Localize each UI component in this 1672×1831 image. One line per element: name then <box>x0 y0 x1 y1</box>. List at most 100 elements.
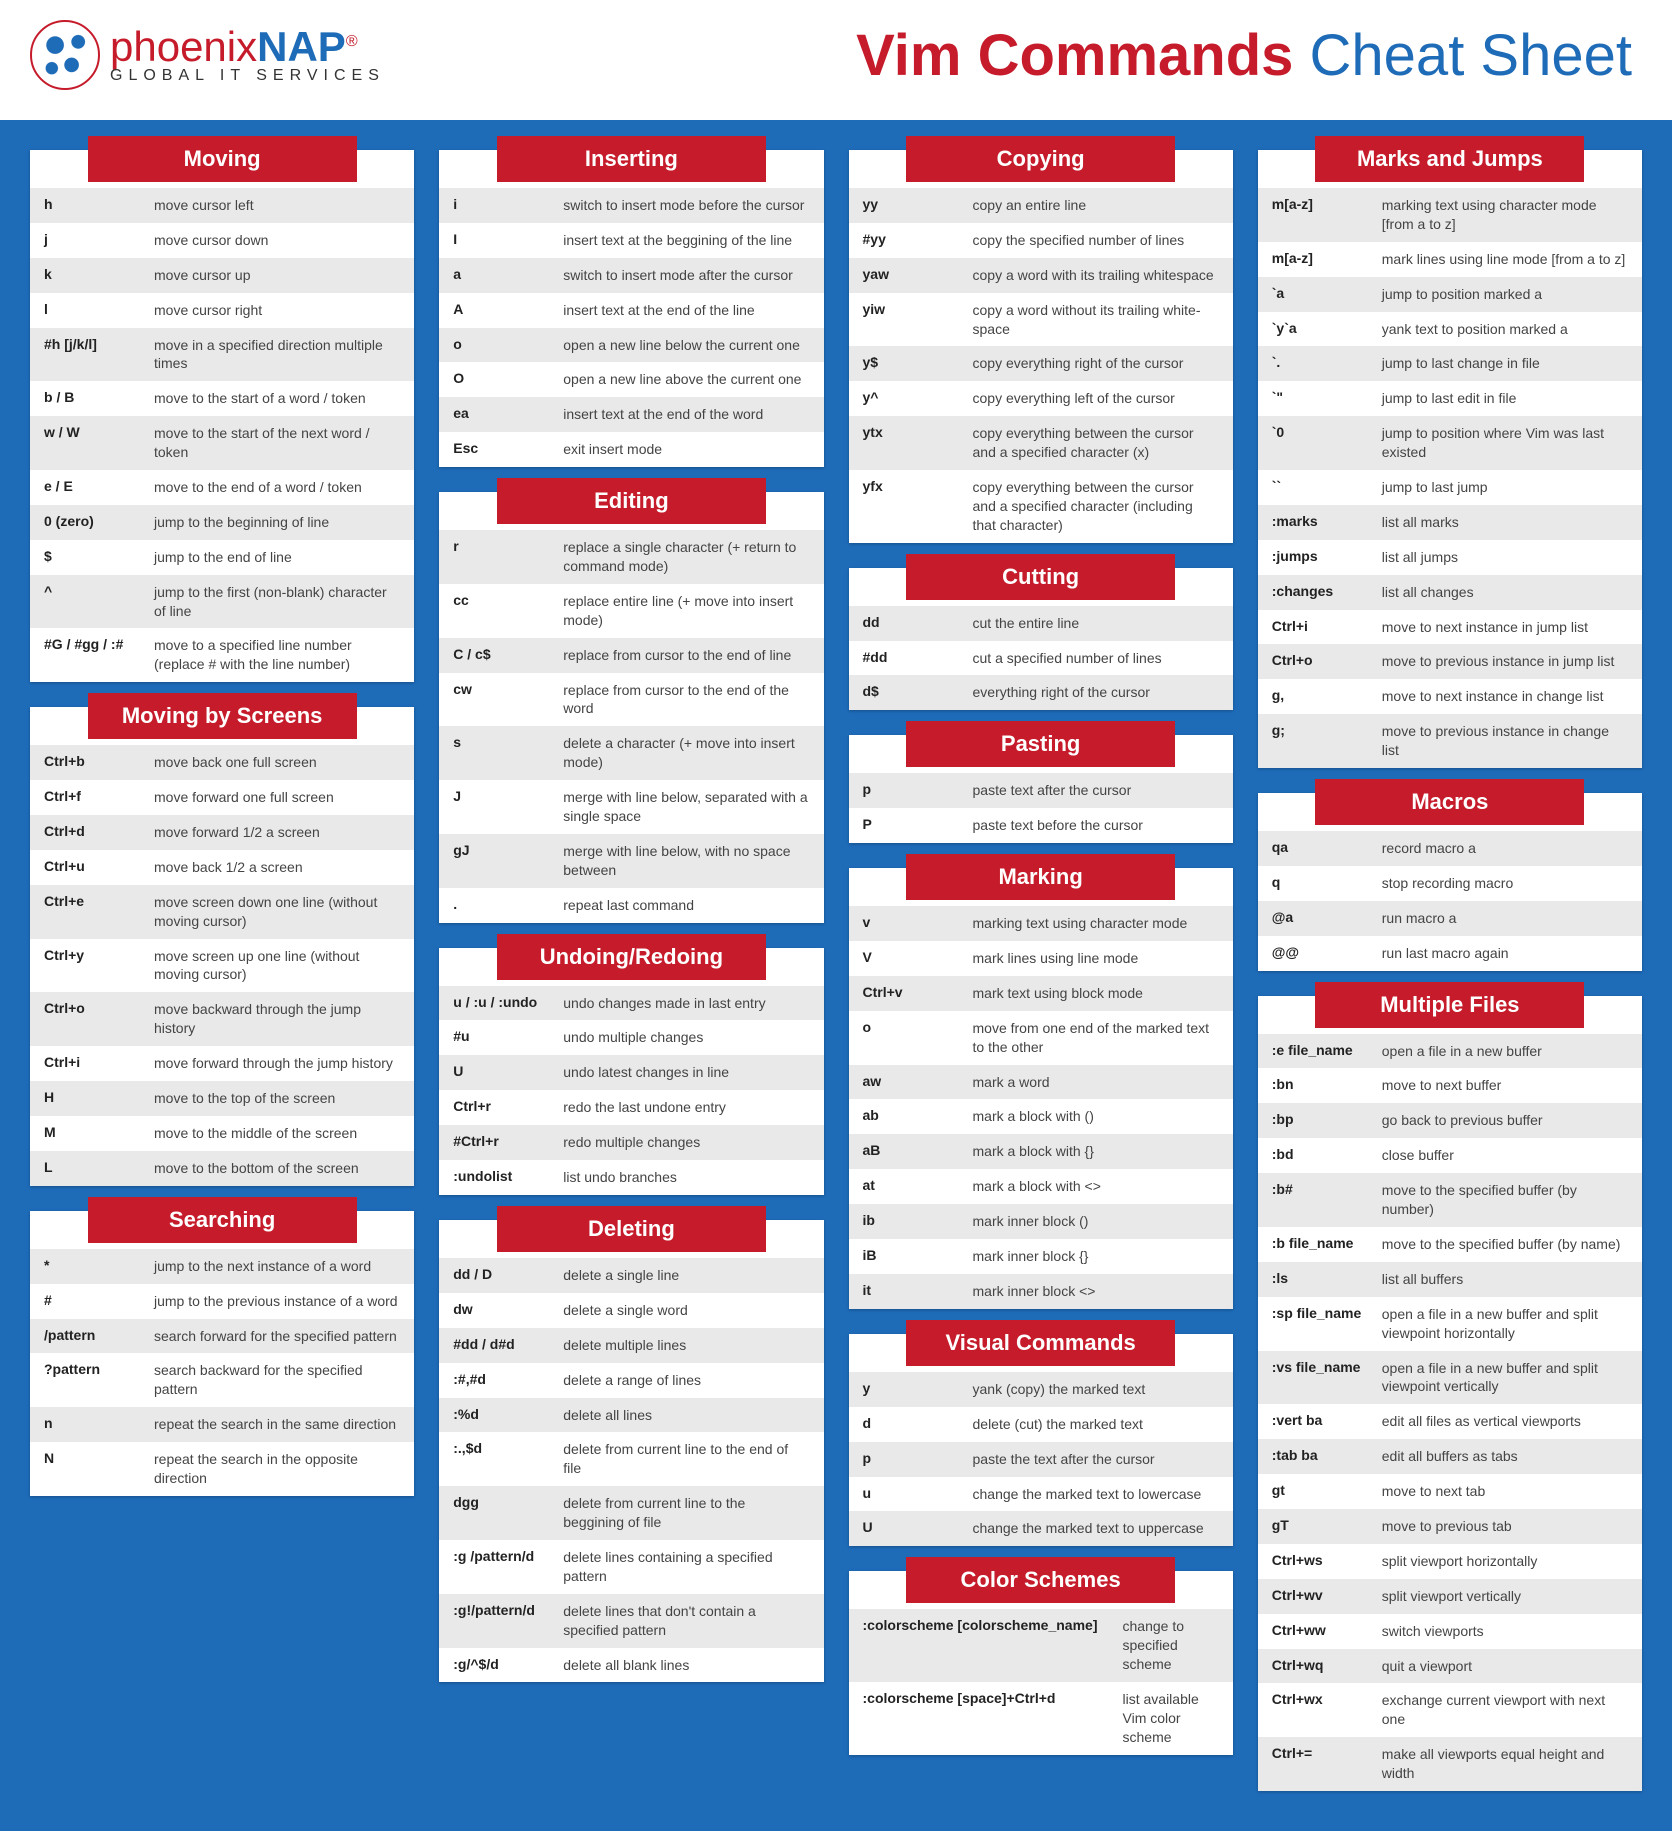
cheat-card: Multiple Files:e file_nameopen a file in… <box>1258 996 1642 1791</box>
command-desc: delete a range of lines <box>563 1371 809 1390</box>
command-desc: delete from current line to the end of f… <box>563 1440 809 1478</box>
card-title: Marking <box>906 854 1175 900</box>
command-row: qarecord macro a <box>1258 831 1642 866</box>
command-desc: move to previous instance in change list <box>1382 722 1628 760</box>
command-key: :b# <box>1272 1181 1382 1219</box>
command-desc: copy everything between the cursor and a… <box>973 478 1219 535</box>
command-desc: move back 1/2 a screen <box>154 858 400 877</box>
command-desc: exit insert mode <box>563 440 809 459</box>
command-desc: delete multiple lines <box>563 1336 809 1355</box>
command-row: :%ddelete all lines <box>439 1398 823 1433</box>
command-desc: record macro a <box>1382 839 1628 858</box>
command-row: :bpgo back to previous buffer <box>1258 1103 1642 1138</box>
command-desc: delete lines containing a specified patt… <box>563 1548 809 1586</box>
command-desc: run macro a <box>1382 909 1628 928</box>
command-key: `y`a <box>1272 320 1382 339</box>
column: Insertingiswitch to insert mode before t… <box>439 150 823 1682</box>
command-desc: quit a viewport <box>1382 1657 1628 1676</box>
command-desc: mark text using block mode <box>973 984 1219 1003</box>
command-key: p <box>863 781 973 800</box>
command-desc: repeat the search in the same direction <box>154 1415 400 1434</box>
command-key: Ctrl+wx <box>1272 1691 1382 1729</box>
command-desc: delete from current line to the begginin… <box>563 1494 809 1532</box>
command-key: # <box>44 1292 154 1311</box>
command-key: :tab ba <box>1272 1447 1382 1466</box>
cheat-card: Color Schemes:colorscheme [colorscheme_n… <box>849 1571 1233 1754</box>
command-key: :g/^$/d <box>453 1656 563 1675</box>
command-desc: move screen down one line (without movin… <box>154 893 400 931</box>
command-row: $jump to the end of line <box>30 540 414 575</box>
command-row: :vert baedit all files as vertical viewp… <box>1258 1404 1642 1439</box>
command-key: Ctrl+o <box>44 1000 154 1038</box>
command-desc: mark a block with {} <box>973 1142 1219 1161</box>
command-desc: undo multiple changes <box>563 1028 809 1047</box>
command-desc: cut the entire line <box>973 614 1219 633</box>
command-key: dgg <box>453 1494 563 1532</box>
command-desc: insert text at the beggining of the line <box>563 231 809 250</box>
command-desc: jump to position marked a <box>1382 285 1628 304</box>
command-row: Ctrl+emove screen down one line (without… <box>30 885 414 939</box>
command-row: *jump to the next instance of a word <box>30 1249 414 1284</box>
command-key: :bp <box>1272 1111 1382 1130</box>
command-row: ?patternsearch backward for the specifie… <box>30 1353 414 1407</box>
command-desc: undo latest changes in line <box>563 1063 809 1082</box>
command-key: e / E <box>44 478 154 497</box>
command-desc: move forward one full screen <box>154 788 400 807</box>
command-row: :sp file_nameopen a file in a new buffer… <box>1258 1297 1642 1351</box>
command-desc: move to next instance in jump list <box>1382 618 1628 637</box>
command-key: m[a-z] <box>1272 250 1382 269</box>
command-row: ``jump to last jump <box>1258 470 1642 505</box>
command-key: Ctrl+b <box>44 753 154 772</box>
command-desc: move cursor left <box>154 196 400 215</box>
command-key: it <box>863 1282 973 1301</box>
command-row: m[a-z]mark lines using line mode [from a… <box>1258 242 1642 277</box>
command-desc: list all marks <box>1382 513 1628 532</box>
command-row: :colorscheme [colorscheme_name]change to… <box>849 1609 1233 1682</box>
command-row: #dd / d#ddelete multiple lines <box>439 1328 823 1363</box>
command-desc: switch to insert mode after the cursor <box>563 266 809 285</box>
column: Marks and Jumpsm[a-z]marking text using … <box>1258 150 1642 1791</box>
card-title: Marks and Jumps <box>1315 136 1584 182</box>
command-desc: copy a word with its trailing whitespace <box>973 266 1219 285</box>
command-key: r <box>453 538 563 576</box>
command-desc: run last macro again <box>1382 944 1628 963</box>
command-row: Lmove to the bottom of the screen <box>30 1151 414 1186</box>
command-key: y$ <box>863 354 973 373</box>
command-key: yfx <box>863 478 973 535</box>
command-key: cw <box>453 681 563 719</box>
command-key: o <box>453 336 563 355</box>
command-row: :jumpslist all jumps <box>1258 540 1642 575</box>
card-title: Searching <box>88 1197 357 1243</box>
command-desc: list all jumps <box>1382 548 1628 567</box>
command-row: Ctrl+wvsplit viewport vertically <box>1258 1579 1642 1614</box>
command-row: ccreplace entire line (+ move into inser… <box>439 584 823 638</box>
command-row: Ctrl+wxexchange current viewport with ne… <box>1258 1683 1642 1737</box>
command-key: i <box>453 196 563 215</box>
command-key: #h [j/k/l] <box>44 336 154 374</box>
command-key: . <box>453 896 563 915</box>
card-title: Color Schemes <box>906 1557 1175 1603</box>
command-key: Ctrl+u <box>44 858 154 877</box>
command-desc: edit all files as vertical viewports <box>1382 1412 1628 1431</box>
command-key: iB <box>863 1247 973 1266</box>
command-row: `.jump to last change in file <box>1258 346 1642 381</box>
command-desc: redo multiple changes <box>563 1133 809 1152</box>
command-key: :ls <box>1272 1270 1382 1289</box>
command-row: Ainsert text at the end of the line <box>439 293 823 328</box>
command-desc: mark a block with <> <box>973 1177 1219 1196</box>
command-row: y^copy everything left of the cursor <box>849 381 1233 416</box>
command-key: P <box>863 816 973 835</box>
command-desc: mark inner block {} <box>973 1247 1219 1266</box>
command-desc: jump to the first (non-blank) character … <box>154 583 400 621</box>
command-row: abmark a block with () <box>849 1099 1233 1134</box>
command-key: $ <box>44 548 154 567</box>
command-row: Ctrl+imove forward through the jump hist… <box>30 1046 414 1081</box>
command-key: ab <box>863 1107 973 1126</box>
command-key: ea <box>453 405 563 424</box>
command-key: s <box>453 734 563 772</box>
logo-icon <box>30 20 100 90</box>
command-desc: move screen up one line (without moving … <box>154 947 400 985</box>
command-key: :g!/pattern/d <box>453 1602 563 1640</box>
command-row: Iinsert text at the beggining of the lin… <box>439 223 823 258</box>
command-desc: jump to last edit in file <box>1382 389 1628 408</box>
